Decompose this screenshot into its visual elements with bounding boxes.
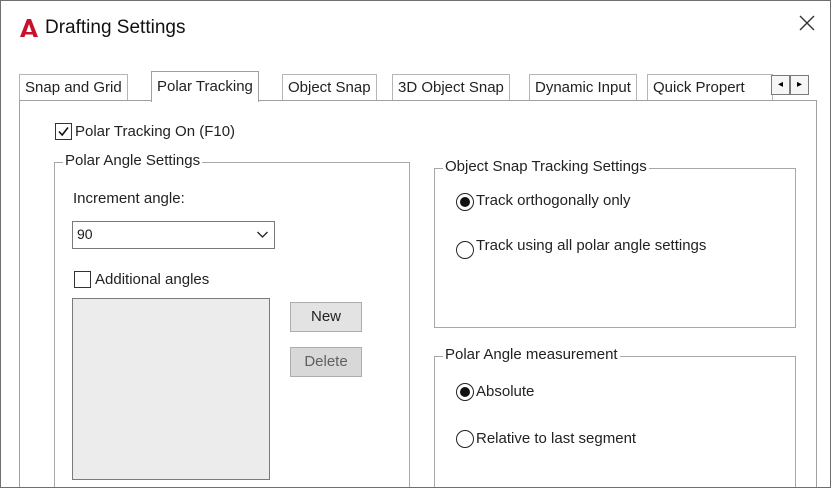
chevron-down-icon (256, 228, 269, 244)
track-orthogonally-radio[interactable] (456, 193, 474, 211)
additional-angles-label: Additional angles (95, 271, 210, 288)
relative-last-segment-radio[interactable] (456, 430, 474, 448)
dialog-window: Drafting Settings Snap and Grid Polar Tr… (0, 0, 831, 488)
track-all-polar-label: Track using all polar angle settings (476, 237, 707, 254)
delete-angle-button[interactable]: Delete (290, 347, 362, 377)
tab-scroll-right-icon[interactable]: ▸ (790, 75, 809, 95)
tab-polar-tracking[interactable]: Polar Tracking (151, 71, 259, 102)
track-all-polar-radio[interactable] (456, 241, 474, 259)
polar-angle-settings-title: Polar Angle Settings (63, 152, 203, 169)
polar-angle-measurement-title: Polar Angle measurement (443, 346, 620, 363)
tab-quick-properties[interactable]: Quick Propert (647, 74, 773, 101)
tab-object-snap[interactable]: Object Snap (282, 74, 377, 101)
track-orthogonally-label: Track orthogonally only (476, 192, 631, 209)
additional-angles-checkbox[interactable] (74, 271, 91, 288)
new-angle-button[interactable]: New (290, 302, 362, 332)
tab-3d-object-snap[interactable]: 3D Object Snap (392, 74, 510, 101)
radio-selected-dot (460, 387, 470, 397)
increment-angle-value: 90 (77, 226, 93, 242)
tab-scroll-left-icon[interactable]: ◂ (771, 75, 790, 95)
polar-tracking-panel: Polar Tracking On (F10) Polar Angle Sett… (19, 100, 817, 487)
polar-angle-measurement-group: Polar Angle measurement (434, 346, 796, 487)
increment-angle-select[interactable]: 90 (72, 221, 275, 249)
polar-tracking-on-checkbox[interactable] (55, 123, 72, 140)
close-icon[interactable] (794, 13, 820, 39)
title-bar: Drafting Settings (1, 1, 830, 53)
absolute-radio[interactable] (456, 383, 474, 401)
autocad-a-icon (19, 18, 39, 38)
polar-tracking-on-label: Polar Tracking On (F10) (75, 123, 236, 140)
radio-selected-dot (460, 197, 470, 207)
tab-dynamic-input[interactable]: Dynamic Input (529, 74, 637, 101)
additional-angles-list[interactable] (72, 298, 270, 480)
absolute-label: Absolute (476, 383, 535, 400)
relative-last-segment-label: Relative to last segment (476, 430, 637, 447)
increment-angle-label: Increment angle: (73, 190, 185, 207)
dialog-title: Drafting Settings (45, 17, 186, 38)
tab-scroll-arrows: ◂ ▸ (771, 75, 809, 95)
tab-snap-and-grid[interactable]: Snap and Grid (19, 74, 128, 101)
object-snap-tracking-title: Object Snap Tracking Settings (443, 158, 649, 175)
